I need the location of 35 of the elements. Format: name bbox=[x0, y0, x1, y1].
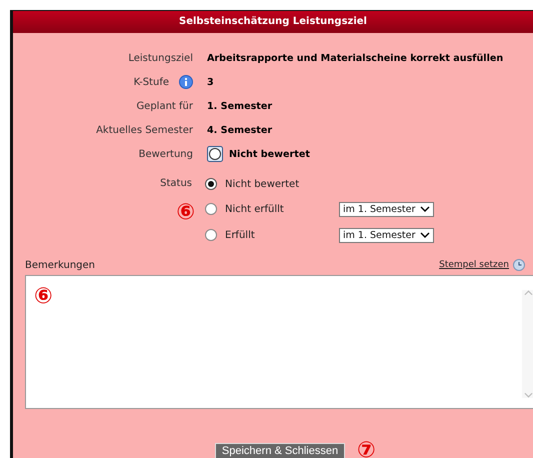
field-label: Leistungsziel bbox=[128, 52, 193, 64]
stamp-link[interactable]: Stempel setzen bbox=[439, 260, 509, 270]
annotation-number: ⑥ bbox=[34, 286, 53, 308]
radio-button[interactable] bbox=[205, 229, 217, 241]
semester-dropdown[interactable]: im 1. Semester bbox=[339, 202, 434, 216]
scroll-down-icon[interactable] bbox=[524, 392, 532, 398]
chevron-down-icon bbox=[420, 206, 430, 212]
field-value: Nicht bewertet bbox=[229, 148, 310, 160]
annotation-number: ⑦ bbox=[357, 440, 376, 458]
field-label: Geplant für bbox=[136, 100, 193, 112]
rating-icon bbox=[207, 146, 223, 162]
field-label: Aktuelles Semester bbox=[96, 124, 193, 136]
field-value: 3 bbox=[207, 76, 214, 88]
clock-icon[interactable] bbox=[513, 259, 525, 271]
scroll-up-icon[interactable] bbox=[524, 290, 532, 296]
field-value: 4. Semester bbox=[207, 124, 272, 136]
radio-button[interactable] bbox=[205, 203, 217, 215]
radio-button[interactable] bbox=[205, 178, 217, 190]
field-label: Status bbox=[160, 178, 192, 189]
radio-label: Nicht bewertet bbox=[225, 178, 300, 190]
chevron-down-icon bbox=[420, 232, 430, 238]
info-icon[interactable] bbox=[179, 75, 193, 89]
remarks-label: Bemerkungen bbox=[25, 260, 96, 270]
field-label: K-Stufe bbox=[134, 76, 169, 88]
save-close-button[interactable]: Speichern & Schliessen bbox=[214, 443, 346, 458]
field-value: Arbeitsrapporte und Materialscheine korrekt ausfüllen bbox=[207, 52, 504, 64]
radio-label: Nicht erfüllt bbox=[225, 204, 285, 214]
field-value: 1. Semester bbox=[207, 100, 272, 112]
annotation-number: ⑥ bbox=[176, 202, 195, 224]
field-label: Bewertung bbox=[138, 148, 193, 160]
dialog-title: Selbsteinschätzung Leistungsziel bbox=[13, 11, 533, 33]
semester-dropdown[interactable]: im 1. Semester bbox=[339, 228, 434, 242]
radio-label: Erfüllt bbox=[225, 230, 256, 240]
remarks-field[interactable]: ⑥ bbox=[25, 275, 533, 409]
scrollbar[interactable] bbox=[522, 290, 533, 398]
